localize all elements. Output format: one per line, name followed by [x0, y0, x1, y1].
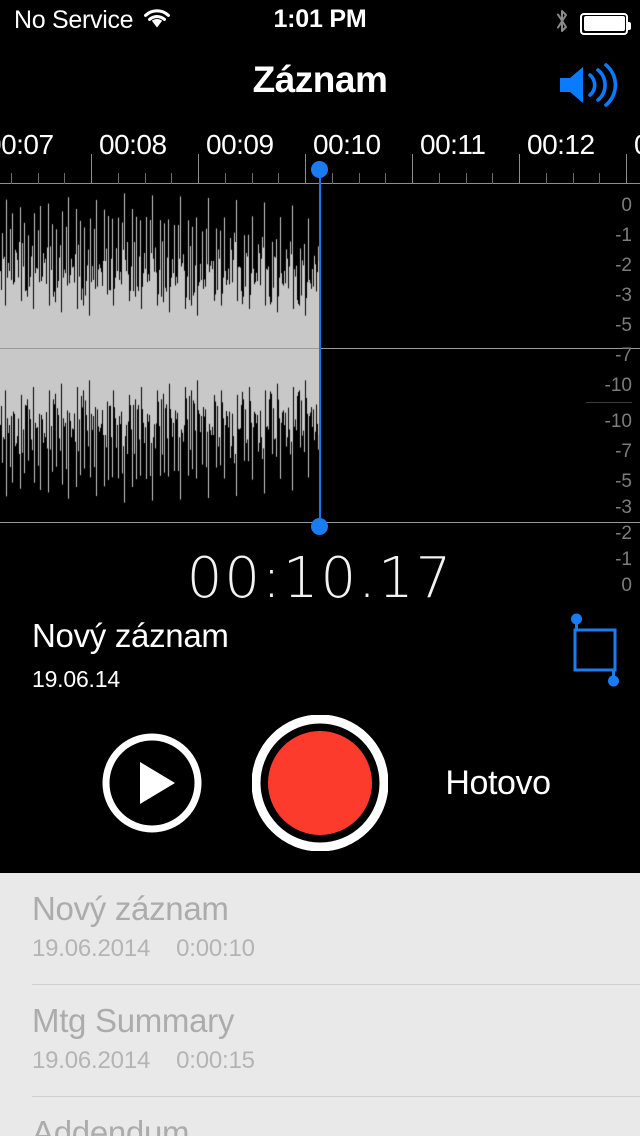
db-tick-label: -10	[604, 411, 632, 432]
battery-icon	[580, 12, 631, 35]
ruler-tick-major	[412, 154, 413, 184]
ruler-label: 00:07	[0, 129, 54, 160]
ruler-tick-minor	[64, 173, 66, 184]
list-item-title: Mtg Summary	[32, 1002, 235, 1039]
done-button[interactable]: Hotovo	[400, 760, 596, 806]
ruler-tick-minor	[492, 173, 494, 184]
db-tick-label: -7	[615, 345, 632, 366]
voice-memos-screen: No Service 1:01 PM Záznam 0:07 00:08 00:…	[0, 0, 640, 1136]
db-scale: 0 -1 -2 -3 -5 -7 -10 -10 -7 -5 -3 -2 -1 0	[586, 188, 632, 595]
list-item[interactable]: Nový záznam 19.06.2014 0:00:10	[0, 873, 640, 985]
ruler-tick-minor	[465, 173, 467, 184]
ruler-label: 00:08	[99, 129, 167, 160]
db-tick-label: 0	[621, 195, 632, 216]
record-button[interactable]	[251, 714, 389, 852]
page-title: Záznam	[252, 59, 388, 100]
playhead-handle-bottom[interactable]	[311, 518, 328, 535]
db-tick-label: -2	[615, 255, 632, 276]
db-tick-label: -5	[615, 471, 632, 492]
db-tick-label: -10	[604, 375, 632, 396]
ruler-tick-major	[626, 154, 627, 184]
list-item-date: 19.06.2014	[32, 935, 151, 962]
ruler-tick-minor	[385, 173, 387, 184]
playhead-handle-top[interactable]	[311, 161, 328, 178]
recordings-list[interactable]: Nový záznam 19.06.2014 0:00:10 Mtg Summary 1…	[0, 873, 640, 1136]
ruler-tick-minor	[438, 173, 440, 184]
db-tick-label: -3	[615, 285, 632, 306]
ruler-tick-minor	[331, 173, 333, 184]
ruler-tick-minor	[545, 173, 547, 184]
list-item[interactable]: Addendum	[0, 1097, 640, 1136]
trim-handles-icon	[571, 613, 619, 687]
list-item-duration: 0:00:15	[176, 1047, 255, 1074]
list-item-date: 19.06.2014	[32, 1047, 151, 1074]
trim-button[interactable]	[566, 612, 624, 688]
ruler-tick-minor	[358, 173, 360, 184]
ruler-label: 00:11	[420, 129, 486, 160]
list-item-title: Addendum	[32, 1114, 190, 1136]
ruler-tick-minor	[144, 173, 146, 184]
playhead-line[interactable]	[319, 170, 321, 526]
list-item-duration: 0:00:10	[176, 935, 255, 962]
current-memo-date: 19.06.14	[32, 666, 120, 692]
elapsed-timer: 00:10.17	[186, 546, 454, 611]
status-bar: No Service 1:01 PM	[0, 0, 640, 40]
play-circle-icon	[102, 733, 202, 833]
list-item-meta: 19.06.2014 0:00:10	[32, 935, 255, 963]
ruler-tick-minor	[278, 173, 280, 184]
ruler-tick-minor	[599, 173, 601, 184]
navigation-bar: Záznam	[0, 40, 640, 126]
db-tick-label: -3	[615, 497, 632, 518]
speaker-wave-icon	[560, 63, 618, 107]
db-tick-label: -1	[615, 225, 632, 246]
ruler-tick-minor	[37, 173, 39, 184]
list-item-title: Nový záznam	[32, 890, 229, 927]
ruler-label: 00:13	[634, 130, 640, 160]
list-item-meta: 19.06.2014 0:00:15	[32, 1047, 255, 1075]
ruler-label: 00:09	[206, 129, 274, 160]
ruler-tick-major	[198, 154, 199, 184]
ruler-tick-minor	[251, 173, 253, 184]
db-tick-label: -5	[615, 315, 632, 336]
ruler-tick-minor	[171, 173, 173, 184]
db-tick-label: -7	[615, 441, 632, 462]
list-item[interactable]: Mtg Summary 19.06.2014 0:00:15	[0, 985, 640, 1097]
ruler-tick-minor	[572, 173, 574, 184]
ruler-tick-major	[305, 154, 306, 184]
ruler-label: 00:10	[313, 129, 381, 160]
ruler-tick-minor	[10, 173, 12, 184]
ruler-tick-minor	[224, 173, 226, 184]
play-button[interactable]	[102, 733, 202, 833]
clock-label: 1:01 PM	[273, 5, 367, 33]
db-tick-label: -2	[615, 523, 632, 544]
speaker-toggle-button[interactable]	[556, 62, 624, 108]
bluetooth-icon	[554, 8, 570, 39]
ruler-tick-major	[519, 154, 520, 184]
ruler-tick-minor	[117, 173, 119, 184]
current-memo-title: Nový záznam	[32, 617, 229, 654]
status-bar-right	[554, 8, 631, 39]
ruler-tick-major	[91, 154, 92, 184]
db-scale-divider	[586, 402, 632, 403]
record-circle-icon	[251, 714, 389, 852]
ruler-label: 00:12	[527, 129, 595, 160]
